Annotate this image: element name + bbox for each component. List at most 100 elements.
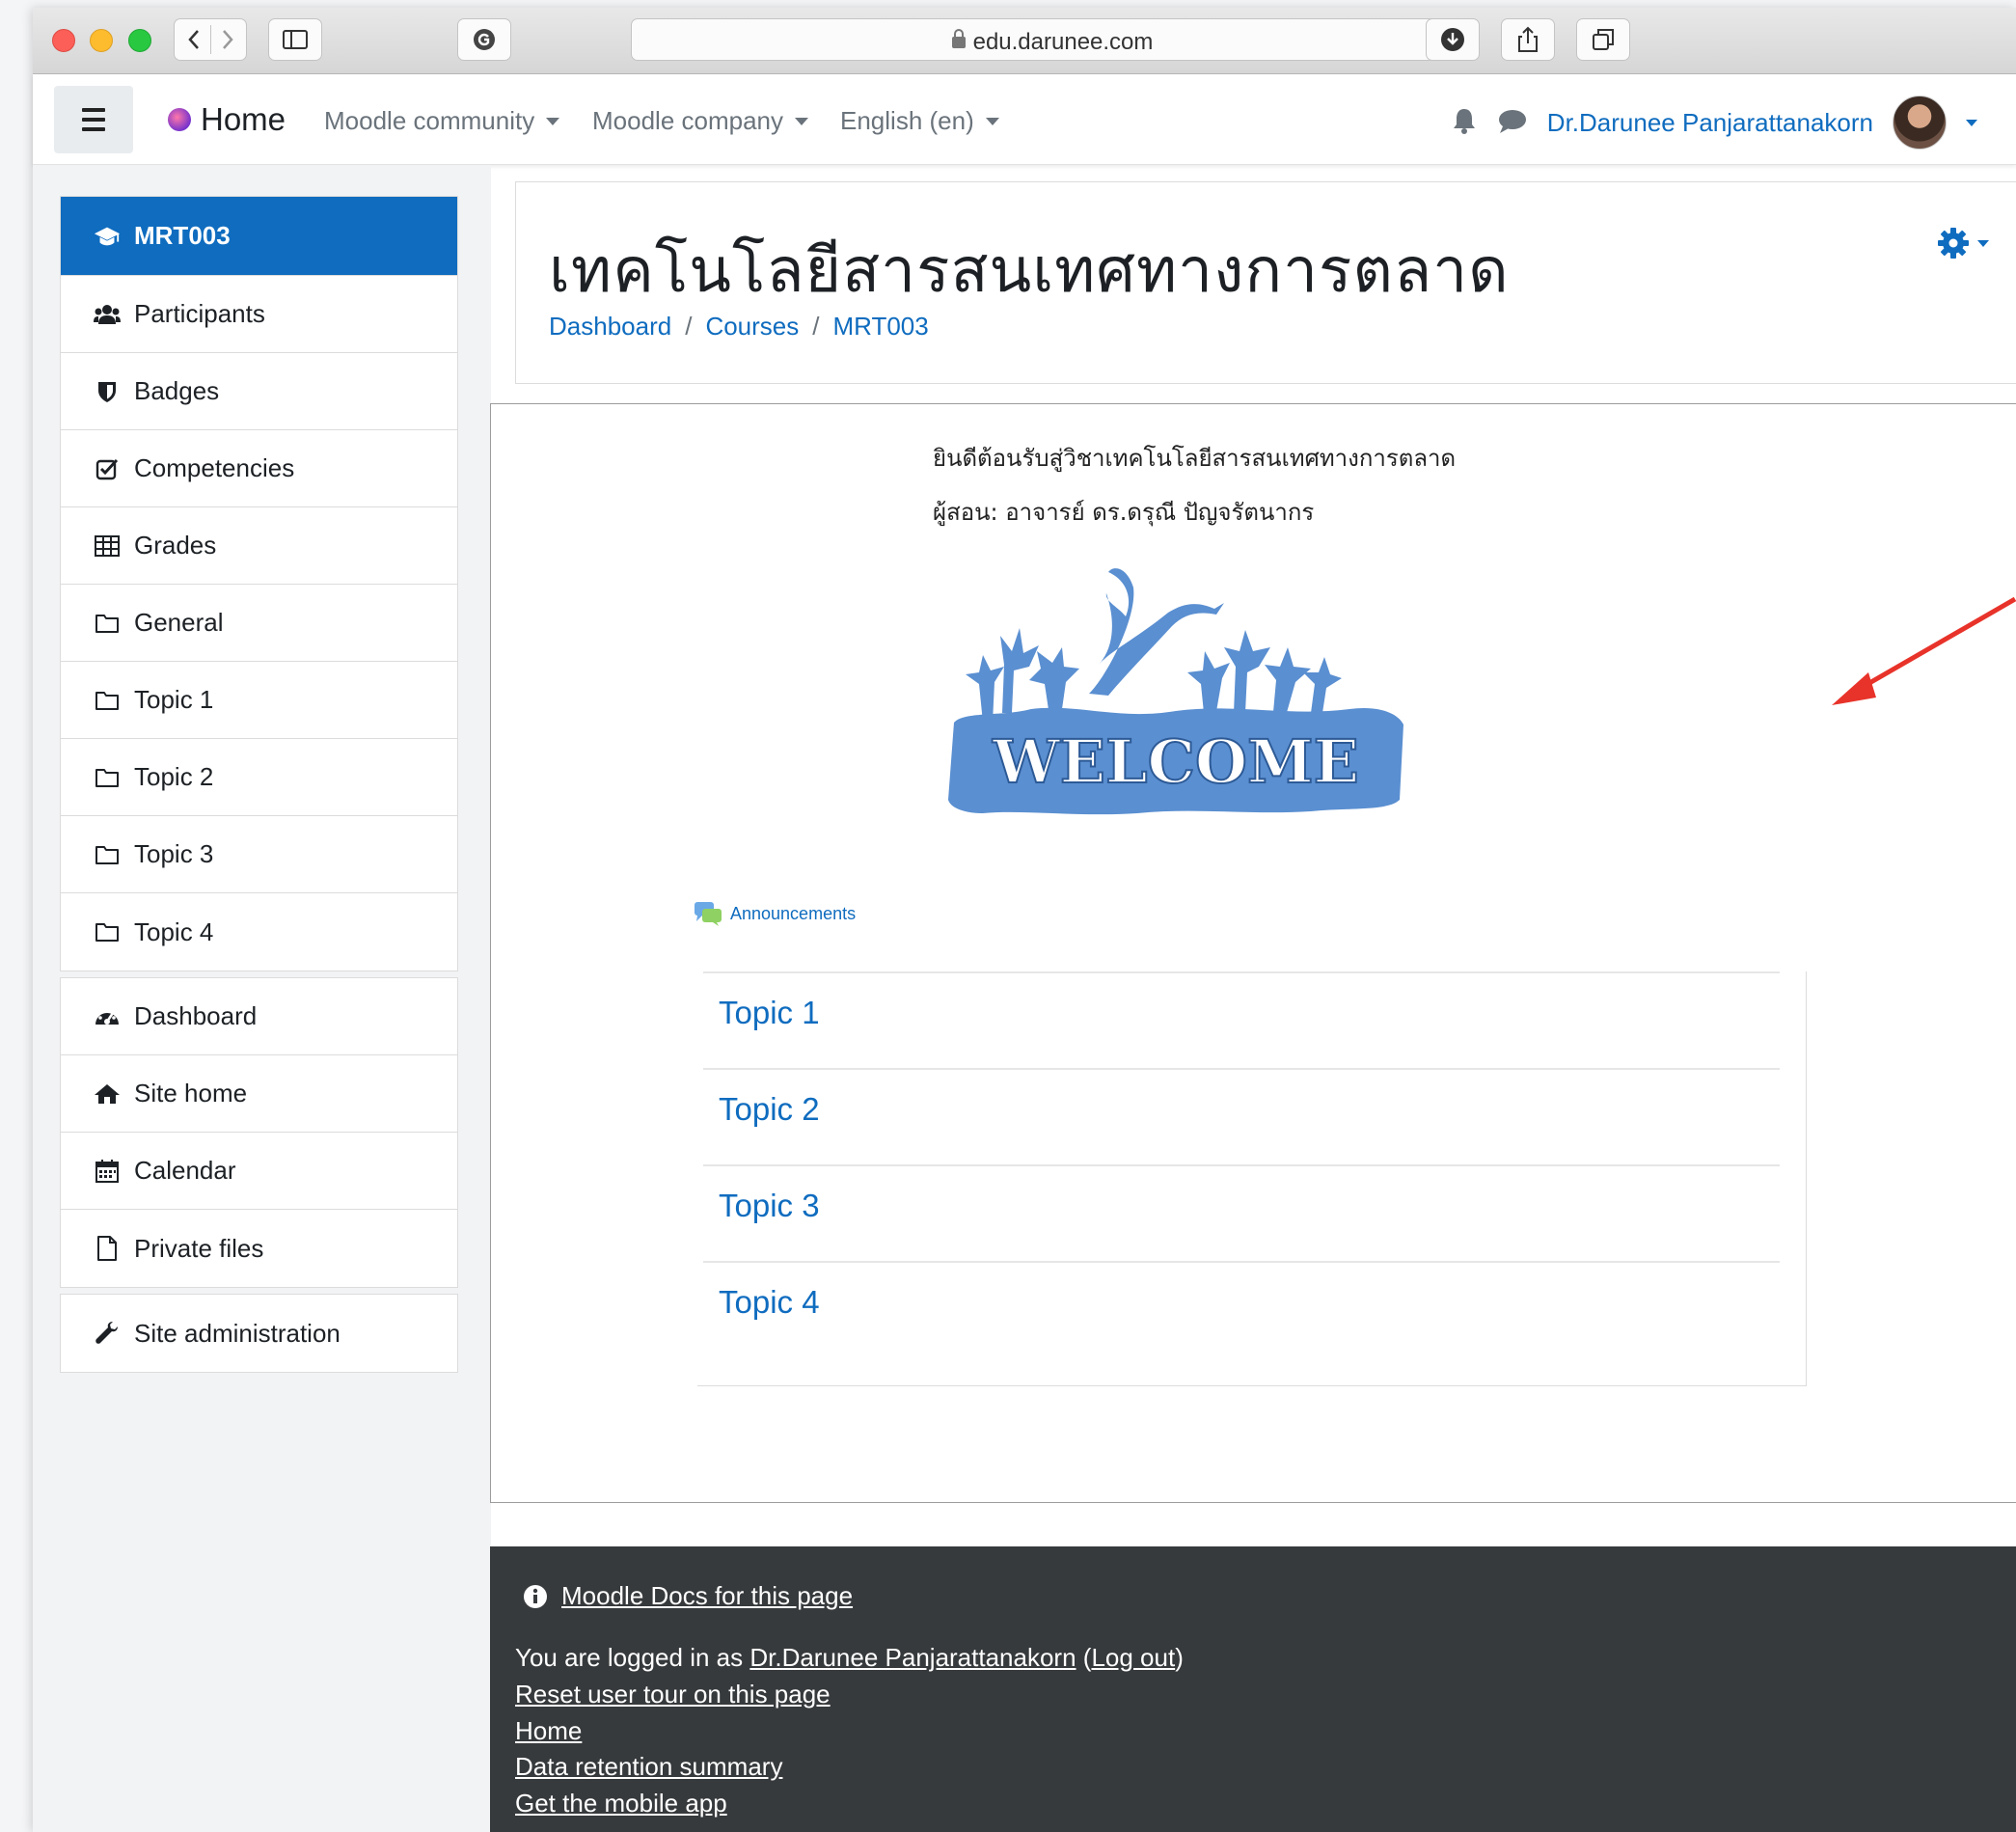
sidebar-item-participants[interactable]: Participants (61, 276, 457, 353)
logged-in-info: You are logged in as Dr.Darunee Panjarat… (515, 1643, 1184, 1673)
sidebar-item-badges[interactable]: Badges (61, 353, 457, 430)
logout-link[interactable]: Log out (1091, 1643, 1175, 1672)
caret-down-icon (1977, 239, 1989, 247)
user-avatar[interactable] (1893, 96, 1947, 150)
sidebar-toggle-button[interactable] (268, 18, 322, 61)
sidebar-item-private-files[interactable]: Private files (61, 1210, 457, 1287)
sidebar-item-label: Topic 2 (134, 762, 214, 791)
sidebar-item-general[interactable]: General (61, 585, 457, 662)
address-bar[interactable]: edu.darunee.com (631, 18, 1474, 61)
gear-icon (1938, 228, 1969, 259)
profile-link[interactable]: Dr.Darunee Panjarattanakorn (749, 1643, 1076, 1672)
breadcrumb-separator: / (812, 312, 820, 341)
topic-section[interactable]: Topic 1 (703, 971, 1780, 1068)
tabs-overview-button[interactable] (1576, 18, 1630, 61)
sidebar-item-label: Dashboard (134, 1001, 258, 1030)
sidebar-icon (283, 30, 308, 49)
notifications-bell-icon[interactable] (1451, 106, 1478, 140)
sidebar-item-topic-2[interactable]: Topic 2 (61, 739, 457, 816)
topic-section[interactable]: Topic 4 (703, 1261, 1780, 1357)
menu-label: English (en) (840, 106, 974, 135)
sidebar-item-label: Private files (134, 1233, 264, 1263)
nav-drawer: MRT003 Participants Badges Competencies Grad… (33, 165, 491, 1832)
topic-section[interactable]: Topic 3 (703, 1164, 1780, 1261)
sidebar-item-dashboard[interactable]: Dashboard (61, 978, 457, 1055)
welcome-text: ยินดีต้อนรับสู่วิชาเทคโนโลยีสารสนเทศทางก… (933, 445, 1457, 472)
drawer-toggle-button[interactable] (54, 86, 133, 153)
grammarly-icon (474, 29, 495, 50)
sidebar-item-site-administration[interactable]: Site administration (61, 1295, 457, 1372)
site-logo-icon (168, 108, 191, 131)
topic-section[interactable]: Topic 2 (703, 1068, 1780, 1164)
caret-down-icon (795, 117, 808, 125)
users-icon (94, 301, 121, 328)
file-icon (94, 1235, 121, 1262)
sidebar-item-label: Site administration (134, 1318, 341, 1348)
breadcrumb-separator: / (685, 312, 693, 341)
user-menu-name[interactable]: Dr.Darunee Panjarattanakorn (1547, 108, 1873, 138)
sidebar-item-topic-3[interactable]: Topic 3 (61, 816, 457, 893)
welcome-banner-image: WELCOME (948, 568, 1403, 815)
sidebar-item-label: General (134, 608, 224, 637)
language-menu[interactable]: English (en) (840, 106, 999, 136)
graduation-cap-icon (94, 223, 121, 250)
home-icon (94, 1080, 121, 1107)
data-retention-link[interactable]: Data retention summary (515, 1752, 782, 1782)
menu-label: Moodle company (592, 106, 783, 135)
tabs-icon (1593, 29, 1614, 50)
sidebar-item-label: Topic 1 (134, 685, 214, 714)
topic-link[interactable]: Topic 3 (719, 1188, 820, 1224)
page-title: เทคโนโลยีสารสนเทศทางการตลาด (549, 235, 1510, 307)
site-brand-link[interactable]: Home (168, 101, 286, 138)
zoom-window-button[interactable] (128, 29, 151, 52)
moodle-company-menu[interactable]: Moodle company (592, 106, 808, 136)
mobile-app-link[interactable]: Get the mobile app (515, 1789, 727, 1818)
caret-down-icon (546, 117, 560, 125)
reset-user-tour-link[interactable]: Reset user tour on this page (515, 1680, 831, 1709)
instructor-text: ผู้สอน: อาจารย์ ดร.ดรุณี ปัญจรัตนากร (933, 499, 1315, 526)
breadcrumb-courses-link[interactable]: Courses (705, 312, 799, 342)
messages-chat-icon[interactable] (1497, 107, 1528, 139)
lock-icon (951, 29, 966, 48)
downloads-button[interactable] (1426, 18, 1480, 61)
close-window-button[interactable] (52, 29, 75, 52)
breadcrumb-course-link[interactable]: MRT003 (833, 312, 929, 342)
sidebar-item-site-home[interactable]: Site home (61, 1055, 457, 1133)
sidebar-item-topic-4[interactable]: Topic 4 (61, 893, 457, 971)
sidebar-item-topic-1[interactable]: Topic 1 (61, 662, 457, 739)
grammarly-extension-button[interactable] (457, 18, 511, 61)
logout-paren-open: ( (1076, 1643, 1092, 1672)
course-settings-menu[interactable] (1935, 225, 1989, 261)
topic-link[interactable]: Topic 1 (719, 995, 820, 1031)
sidebar-item-competencies[interactable]: Competencies (61, 430, 457, 507)
sidebar-item-label: Badges (134, 376, 220, 405)
check-square-icon (94, 455, 121, 482)
share-button[interactable] (1501, 18, 1555, 61)
back-icon[interactable] (177, 29, 210, 50)
sidebar-item-grades[interactable]: Grades (61, 507, 457, 585)
footer-home-link[interactable]: Home (515, 1716, 582, 1746)
wrench-icon (94, 1320, 121, 1347)
topic-link[interactable]: Topic 4 (719, 1284, 820, 1321)
folder-icon (94, 841, 121, 868)
back-forward-buttons (174, 18, 247, 61)
site-nav-group: Dashboard Site home Calendar Private files (60, 977, 458, 1288)
announcements-link[interactable]: Announcements (694, 900, 856, 927)
breadcrumb-dashboard-link[interactable]: Dashboard (549, 312, 671, 342)
sidebar-item-label: Topic 3 (134, 839, 214, 868)
sidebar-item-calendar[interactable]: Calendar (61, 1133, 457, 1210)
course-nav-group: MRT003 Participants Badges Competencies Grad… (60, 196, 458, 971)
moodle-docs-link[interactable]: Moodle Docs for this page (523, 1581, 853, 1611)
share-icon (1518, 26, 1538, 52)
minimize-window-button[interactable] (90, 29, 113, 52)
user-menu-caret-icon[interactable] (1966, 119, 1977, 126)
sidebar-item-mrt003[interactable]: MRT003 (61, 197, 457, 276)
breadcrumb: Dashboard / Courses / MRT003 (549, 312, 929, 342)
topic-link[interactable]: Topic 2 (719, 1091, 820, 1128)
page-header: เทคโนโลยีสารสนเทศทางการตลาด Dashboard / … (515, 181, 2016, 384)
admin-nav-group: Site administration (60, 1294, 458, 1373)
moodle-community-menu[interactable]: Moodle community (324, 106, 560, 136)
announcements-label: Announcements (730, 903, 857, 923)
forward-icon[interactable] (211, 29, 244, 50)
browser-window: edu.darunee.com Home Moodle community Mo… (33, 8, 2016, 1832)
